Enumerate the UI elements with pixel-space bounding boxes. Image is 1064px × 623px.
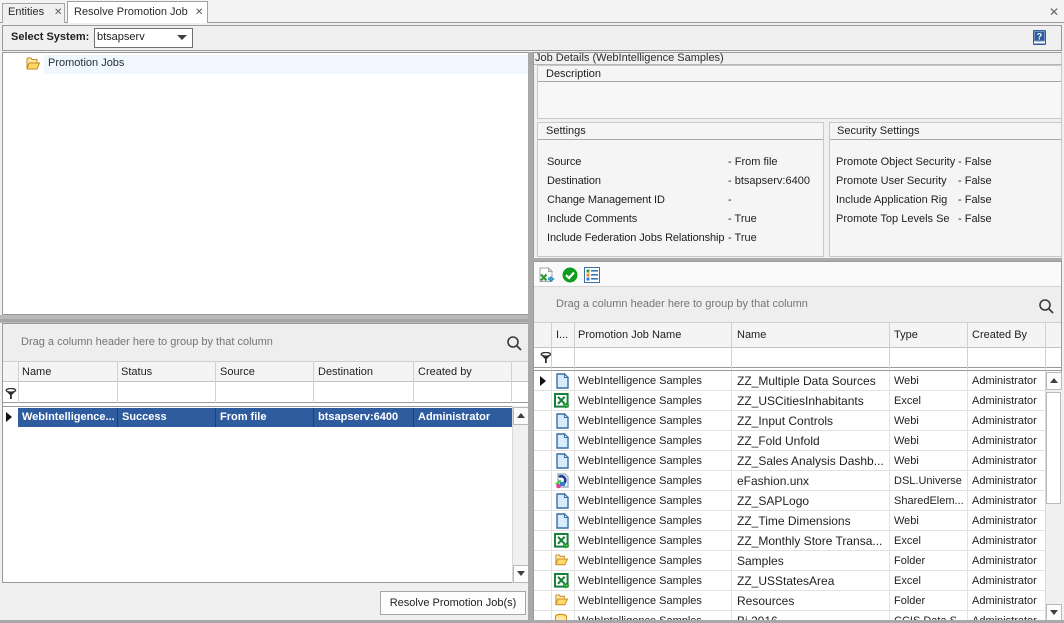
svg-text:?: ? <box>1037 32 1043 42</box>
